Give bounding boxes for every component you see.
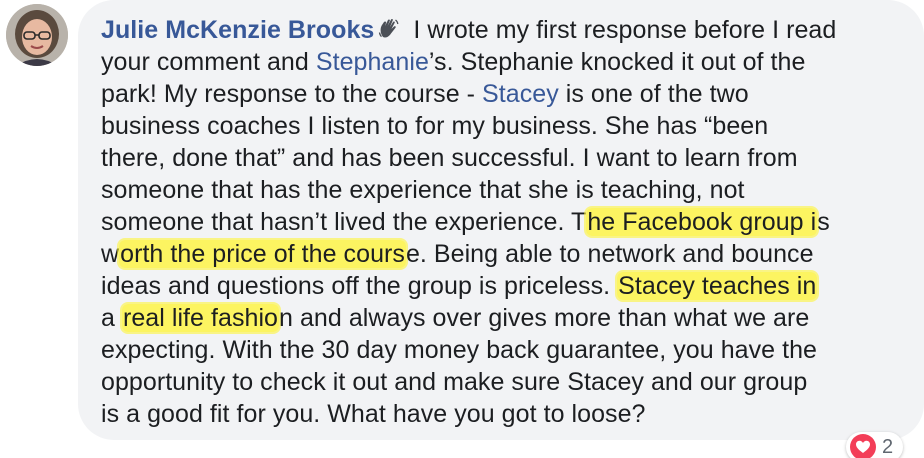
comment-line: someone that has the experience that she… (101, 174, 901, 206)
comment-line: a real life fashion and always over give… (101, 302, 901, 334)
comment-text: ideas and questions off the group is pri… (101, 272, 618, 300)
comment-text: expecting. With the 30 day money back gu… (101, 336, 818, 364)
comment-text: s (817, 208, 830, 236)
avatar[interactable] (6, 4, 68, 66)
avatar-photo (6, 4, 68, 66)
highlighted-text: he Facebook group i (586, 208, 818, 236)
highlighted-text: Stacey teaches in (617, 272, 818, 300)
comment-line: ideas and questions off the group is pri… (101, 270, 901, 302)
comment-text: business coaches I listen to for my busi… (101, 112, 769, 140)
comment-text: opportunity to check it out and make sur… (101, 368, 808, 396)
comment-text: a (101, 304, 122, 332)
comment-line: opportunity to check it out and make sur… (101, 366, 901, 398)
comment-text: e. Being able to network and bounce (405, 240, 814, 268)
comment-text: n and always over gives more than what w… (279, 304, 810, 332)
comment-line: is a good fit for you. What have you got… (101, 398, 901, 430)
comment-text: is one of the two (558, 80, 749, 108)
waving-hand-icon (379, 19, 399, 38)
comment-text: w (101, 240, 120, 268)
comment-text: your comment and (101, 48, 316, 76)
comment-line: your comment and Stephanie’s. Stephanie … (101, 46, 901, 78)
comment-text: someone that has the experience that she… (101, 176, 745, 204)
comment-text: park! My response to the course - (101, 80, 483, 108)
comment-screenshot: Julie McKenzie Brooks I wrote my first r… (0, 0, 924, 458)
comment-author-link[interactable]: Julie McKenzie Brooks (101, 16, 374, 44)
comment-line: business coaches I listen to for my busi… (101, 110, 901, 142)
comment-text: there, done that” and has been successfu… (101, 144, 798, 172)
comment-line: someone that hasn’t lived the experience… (101, 206, 901, 238)
comment-line: Julie McKenzie Brooks I wrote my first r… (101, 14, 901, 46)
mention-link-stacey[interactable]: Stacey (482, 80, 559, 108)
comment-body: Julie McKenzie Brooks I wrote my first r… (101, 14, 901, 430)
comment-line: there, done that” and has been successfu… (101, 142, 901, 174)
reaction-count: 2 (882, 435, 894, 458)
comment-line: expecting. With the 30 day money back gu… (101, 334, 901, 366)
reaction-summary[interactable]: 2 (846, 432, 904, 458)
comment-text: I wrote my first response before I read (406, 16, 837, 44)
comment-line: park! My response to the course - Stacey… (101, 78, 901, 110)
comment-text: ’s. Stephanie knocked it out of the (428, 48, 806, 76)
highlighted-text: orth the price of the cours (119, 240, 406, 268)
highlighted-text: real life fashio (121, 304, 280, 332)
heart-icon (850, 434, 876, 458)
comment-line: worth the price of the course. Being abl… (101, 238, 901, 270)
mention-link-stephanie[interactable]: Stephanie (316, 48, 429, 76)
comment-text: someone that hasn’t lived the experience… (101, 208, 587, 236)
comment-text: is a good fit for you. What have you got… (101, 400, 646, 428)
